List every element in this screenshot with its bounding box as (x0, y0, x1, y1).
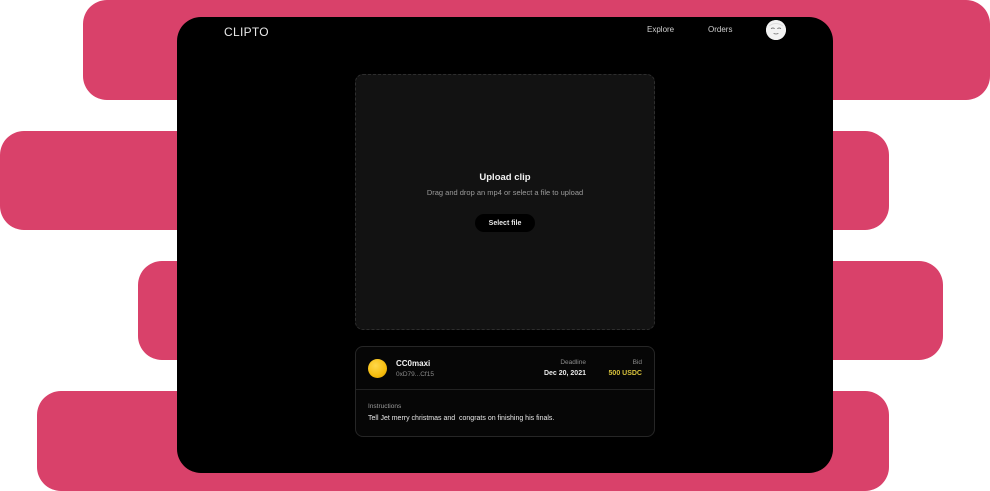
instructions-text: Tell Jet merry christmas and congrats on… (368, 415, 555, 422)
requester-name[interactable]: CC0maxi (396, 359, 430, 368)
upload-dropzone[interactable]: Upload clip Drag and drop an mp4 or sele… (355, 74, 655, 330)
coin-avatar-icon (368, 359, 387, 378)
bid-label: Bid (632, 359, 642, 366)
instructions-label: Instructions (368, 403, 402, 410)
select-file-button[interactable]: Select file (475, 214, 535, 232)
face-avatar-icon[interactable] (766, 20, 786, 40)
deadline-label: Deadline (560, 359, 586, 366)
bid-value: 500 USDC (608, 370, 642, 377)
app-logo[interactable]: CLIPTO (224, 25, 269, 39)
requester-address: 0xD79...Cf15 (396, 371, 434, 378)
nav-explore-link[interactable]: Explore (647, 25, 674, 34)
order-card: CC0maxi 0xD79...Cf15 Deadline Dec 20, 20… (355, 346, 655, 437)
app-window: CLIPTO Explore Orders Upload clip Drag a… (177, 17, 833, 473)
upload-subtitle: Drag and drop an mp4 or select a file to… (426, 188, 584, 197)
upload-title: Upload clip (479, 172, 531, 183)
deadline-value: Dec 20, 2021 (543, 370, 586, 377)
card-divider (356, 389, 654, 390)
nav-orders-link[interactable]: Orders (708, 25, 732, 34)
